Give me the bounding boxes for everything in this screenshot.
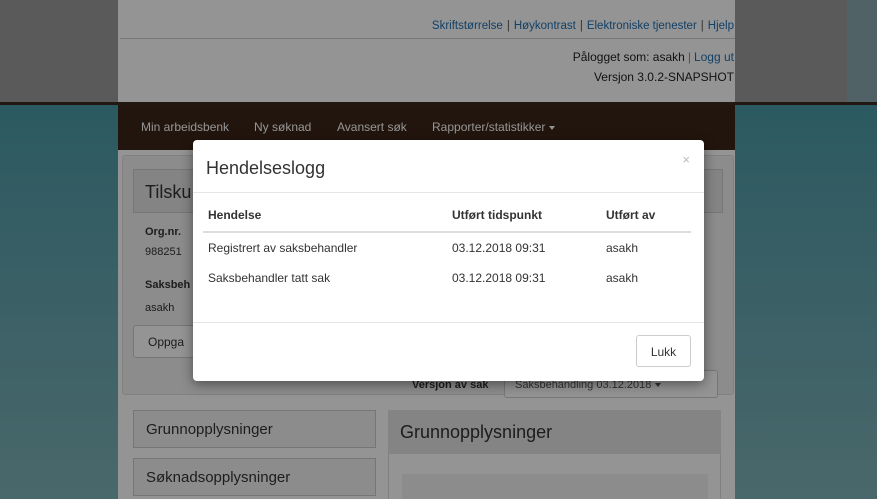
cell-timestamp: 03.12.2018 09:31 — [452, 271, 546, 285]
header-links: Skriftstørrelse | Høykontrast | Elektroniske… — [431, 20, 734, 32]
close-button[interactable]: Lukk — [636, 335, 691, 367]
modal-header-divider — [193, 192, 704, 193]
case-title: Tilsku — [145, 182, 192, 202]
sidebar-item-soknadsopplysninger[interactable]: Søknadsopplysninger — [133, 458, 376, 496]
case-handler-label: Saksbeh — [145, 279, 191, 291]
sidebar-item-grunnopplysninger[interactable]: Grunnopplysninger — [133, 410, 376, 448]
cell-timestamp: 03.12.2018 09:31 — [452, 241, 546, 255]
nav-my-workbench[interactable]: Min arbeidsbenk — [141, 120, 229, 134]
cell-event: Saksbehandler tatt sak — [208, 271, 331, 285]
modal-footer-divider — [193, 322, 704, 323]
chevron-down-icon — [655, 383, 662, 388]
page-background-right — [735, 104, 877, 499]
top-header: Skriftstørrelse | Høykontrast | Elektroniske… — [0, 0, 877, 104]
column-header-event: Hendelse — [208, 208, 262, 222]
modal-title: Hendelseslogg — [206, 158, 326, 178]
nav-new-application[interactable]: Ny søknad — [254, 120, 311, 134]
header-divider — [120, 38, 735, 39]
main-section-title: Grunnopplysninger — [388, 410, 721, 454]
cell-performed-by: asakh — [606, 271, 639, 285]
nav-reports-dropdown[interactable]: Rapporter/statistikker — [432, 120, 556, 134]
column-header-performed-by: Utført av — [606, 208, 656, 222]
close-icon[interactable]: × — [682, 152, 690, 167]
logged-in-label: Pålogget som: asakh — [572, 50, 685, 64]
cell-performed-by: asakh — [606, 241, 639, 255]
event-log-modal: Hendelseslogg × Hendelse Utført tidspunk… — [193, 140, 704, 381]
column-header-timestamp: Utført tidspunkt — [452, 208, 542, 222]
logged-in-info: Pålogget som: asakh | Logg ut — [572, 50, 734, 64]
logout-link[interactable]: Logg ut — [694, 50, 734, 64]
orgnr-value: 988251 — [145, 246, 182, 258]
nav-reports-label: Rapporter/statistikker — [432, 120, 546, 134]
page-background-left — [0, 104, 118, 499]
main-section-inner — [402, 474, 708, 499]
chevron-down-icon — [549, 125, 556, 130]
orgnr-label: Org.nr. — [145, 226, 182, 238]
cell-event: Registrert av saksbehandler — [208, 241, 358, 255]
case-handler-value: asakh — [145, 302, 175, 314]
link-high-contrast[interactable]: Høykontrast — [514, 20, 576, 32]
link-font-size[interactable]: Skriftstørrelse — [432, 20, 503, 32]
link-help[interactable]: Hjelp — [708, 20, 734, 32]
nav-advanced-search[interactable]: Avansert søk — [337, 120, 407, 134]
link-electronic-services[interactable]: Elektroniske tjenester — [587, 20, 697, 32]
app-version: Versjon 3.0.2-SNAPSHOT — [593, 70, 734, 84]
